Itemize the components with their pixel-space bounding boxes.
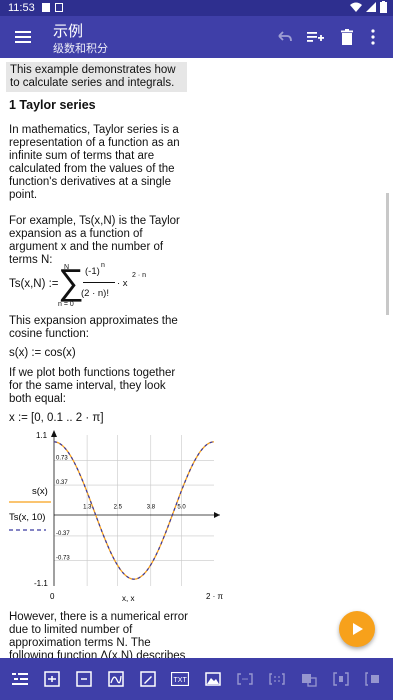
tick-label-y: 0.37: [56, 480, 68, 486]
run-button[interactable]: [339, 611, 375, 647]
legend-s-label: s(x): [32, 486, 48, 497]
paragraph-cosine[interactable]: This expansion approximates the cosine f…: [9, 315, 189, 341]
plot-icon[interactable]: [107, 670, 125, 688]
equation-icon[interactable]: [75, 670, 93, 688]
status-time: 11:53: [8, 2, 35, 14]
delete-icon[interactable]: [338, 28, 356, 46]
undo-icon[interactable]: [275, 28, 293, 46]
tick-label-y: 0.73: [56, 455, 68, 461]
menu-icon[interactable]: [14, 28, 32, 46]
sum-lower-limit: n = 0: [58, 301, 74, 308]
numerator-exponent: n: [101, 262, 105, 269]
app-bar: 示例 级数和积分: [0, 16, 393, 58]
highlight-text[interactable]: This example demonstrates how to calcula…: [6, 62, 187, 92]
status-bar: 11:53: [0, 0, 393, 16]
series-ts-line: [53, 441, 215, 580]
formula-x-term: · x: [117, 278, 128, 289]
document-content[interactable]: This example demonstrates how to calcula…: [0, 58, 393, 658]
tick-label-x: 5.0: [177, 505, 186, 511]
legend-ts-label: Ts(x, 10): [9, 512, 45, 523]
x-max-label: 2 · π: [206, 592, 224, 601]
status-icons: [350, 1, 387, 13]
paragraph-taylor[interactable]: In mathematics, Taylor series is a repre…: [9, 124, 189, 202]
paragraph-error[interactable]: However, there is a numerical error due …: [9, 611, 189, 658]
scrollbar[interactable]: [386, 193, 389, 315]
section-title[interactable]: 1 Taylor series: [9, 99, 96, 112]
brackets-icon[interactable]: [332, 670, 350, 688]
add-list-icon[interactable]: [306, 28, 324, 46]
fraction-bar: [83, 282, 115, 283]
function-plot[interactable]: 1.3 2.5 3.8 5.00.730.37-0.37-0.73 1.1 -1.1 …: [0, 428, 240, 608]
play-icon: [353, 623, 363, 635]
bottom-toolbar: TXT: [0, 658, 393, 700]
tick-label-y: -0.37: [56, 531, 70, 537]
snippet-icon[interactable]: [236, 670, 254, 688]
text-block-icon[interactable]: [43, 670, 61, 688]
x-range-formula[interactable]: x := [0, 0.1 .. 2 · π]: [9, 412, 104, 425]
cosine-formula[interactable]: s(x) := cos(x): [9, 347, 76, 360]
image-edit-icon[interactable]: [139, 670, 157, 688]
fraction-numerator: (-1): [85, 266, 100, 277]
y-axis-arrow-icon: [51, 430, 57, 437]
tick-label-x: 2.5: [114, 505, 123, 511]
signal-icon: [366, 2, 376, 12]
matrix-icon[interactable]: [268, 670, 286, 688]
more-vert-icon[interactable]: [364, 28, 382, 46]
series-s-line: [53, 441, 215, 580]
wifi-icon: [350, 2, 362, 12]
txt-icon[interactable]: TXT: [171, 670, 190, 688]
y-max-label: 1.1: [36, 431, 48, 440]
paragraph-plot[interactable]: If we plot both functions together for t…: [9, 367, 189, 406]
plot-grid: 1.3 2.5 3.8 5.0 0.73 0.37 -0.37 -0.73: [54, 435, 214, 586]
battery-icon: [380, 1, 387, 13]
fraction-denominator: (2 · n)!: [81, 288, 109, 299]
tick-label-x: 3.8: [147, 505, 156, 511]
taylor-formula[interactable]: Ts(x,N) := N ∑ n = 0 (-1) n (2 · n)! · x…: [9, 258, 209, 310]
notification-icon: [55, 3, 63, 12]
outline-icon[interactable]: [11, 670, 29, 688]
sum-sign-icon: ∑: [58, 261, 84, 302]
tick-label-y: -0.73: [56, 556, 70, 562]
formula-lhs: Ts(x,N) :=: [9, 278, 59, 290]
x-axis-label: x, x: [122, 594, 134, 603]
x-min-label: 0: [50, 592, 55, 601]
page-title: 示例: [53, 23, 84, 40]
tick-label-x: 1.3: [83, 505, 92, 511]
overflow-icon[interactable]: [364, 670, 382, 688]
page-subtitle: 级数和积分: [53, 43, 108, 55]
x-axis-arrow-icon: [214, 512, 220, 518]
notification-icon: [42, 3, 50, 12]
y-min-label: -1.1: [34, 579, 48, 588]
cut-icon[interactable]: [300, 670, 318, 688]
image-icon[interactable]: [204, 670, 222, 688]
x-exponent: 2 · n: [132, 272, 147, 279]
txt-label: TXT: [174, 677, 188, 684]
